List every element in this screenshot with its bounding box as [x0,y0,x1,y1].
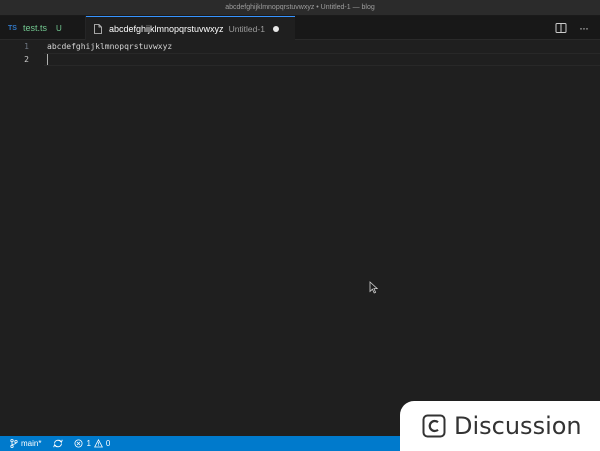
code-line[interactable]: abcdefghijklmnopqrstuvwxyz [47,40,172,53]
error-icon [74,439,83,448]
watermark-text: Discussion [454,412,582,440]
text-cursor [47,54,48,65]
git-branch-icon [10,439,18,448]
tab-label: test.ts [22,23,47,33]
error-count: 1 [86,439,91,448]
window-title: abcdefghijklmnopqrstuvwxyz • Untitled-1 … [0,0,600,16]
branch-indicator[interactable]: main* [10,439,41,448]
typescript-icon: TS [8,24,17,32]
sync-button[interactable] [53,439,66,448]
untracked-badge: U [55,23,62,33]
line-number: 1 [24,42,29,51]
editor-actions: ··· [555,16,600,40]
editor-area[interactable]: 1 2 abcdefghijklmnopqrstuvwxyz [0,40,600,436]
line-number: 2 [24,55,29,64]
warning-icon [93,439,103,448]
tab-test-ts[interactable]: TS test.ts U [0,16,86,40]
sync-icon [53,439,64,448]
unsaved-dot-icon[interactable] [272,25,279,32]
mouse-pointer-icon [369,281,379,294]
warning-count: 0 [105,439,111,448]
current-line-highlight [44,53,600,66]
branch-name: main* [21,439,42,448]
discussion-watermark: Discussion [400,401,600,451]
tab-untitled-1[interactable]: abcdefghijklmnopqrstuvwxyz Untitled-1 [86,16,295,40]
problems-indicator[interactable]: 1 0 [74,439,110,448]
split-editor-icon[interactable] [555,22,567,34]
more-actions-icon[interactable]: ··· [579,22,589,34]
tab-description: Untitled-1 [228,23,265,34]
discussion-logo-icon [422,414,446,438]
file-icon [94,23,102,34]
tab-label: abcdefghijklmnopqrstuvwxyz [109,23,224,34]
editor-tab-bar: TS test.ts U abcdefghijklmnopqrstuvwxyz … [0,16,600,40]
